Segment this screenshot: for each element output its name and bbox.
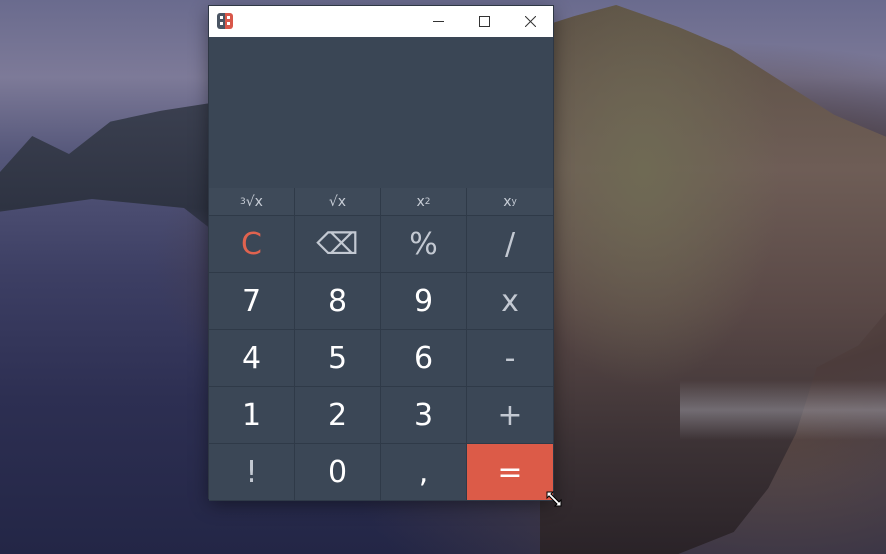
decimal-comma-button[interactable]: , xyxy=(381,444,467,501)
keypad-row-1: C ⌫ % / xyxy=(209,216,553,273)
digit-4-button[interactable]: 4 xyxy=(209,330,295,387)
keypad-row-5: ! 0 , = xyxy=(209,444,553,501)
digit-6-button[interactable]: 6 xyxy=(381,330,467,387)
digit-5-button[interactable]: 5 xyxy=(295,330,381,387)
factorial-button[interactable]: ! xyxy=(209,444,295,501)
wallpaper-landmass-left xyxy=(0,100,230,244)
keypad-row-4: 1 2 3 + xyxy=(209,387,553,444)
clear-button[interactable]: C xyxy=(209,216,295,273)
percent-button[interactable]: % xyxy=(381,216,467,273)
power-button[interactable]: xy xyxy=(467,188,553,216)
equals-button[interactable]: = xyxy=(467,444,553,501)
title-bar[interactable] xyxy=(209,6,553,37)
square-button[interactable]: x2 xyxy=(381,188,467,216)
digit-0-button[interactable]: 0 xyxy=(295,444,381,501)
digit-2-button[interactable]: 2 xyxy=(295,387,381,444)
digit-9-button[interactable]: 9 xyxy=(381,273,467,330)
square-root-button[interactable]: √x xyxy=(295,188,381,216)
digit-1-button[interactable]: 1 xyxy=(209,387,295,444)
keypad-row-2: 7 8 9 x xyxy=(209,273,553,330)
calculator-window: 3 √x √x x2 xy C ⌫ % / 7 8 9 x 4 5 6 - 1 2… xyxy=(209,6,553,501)
keypad-row-3: 4 5 6 - xyxy=(209,330,553,387)
wallpaper-cliffs-right xyxy=(540,5,886,554)
add-button[interactable]: + xyxy=(467,387,553,444)
divide-button[interactable]: / xyxy=(467,216,553,273)
maximize-icon xyxy=(478,16,490,27)
backspace-button[interactable]: ⌫ xyxy=(295,216,381,273)
digit-7-button[interactable]: 7 xyxy=(209,273,295,330)
maximize-button[interactable] xyxy=(461,6,507,37)
digit-8-button[interactable]: 8 xyxy=(295,273,381,330)
wallpaper-surf xyxy=(680,380,886,440)
close-button[interactable] xyxy=(507,6,553,37)
function-row: 3 √x √x x2 xy xyxy=(209,188,553,216)
minimize-button[interactable] xyxy=(415,6,461,37)
close-icon xyxy=(524,16,536,27)
minimize-icon xyxy=(432,21,444,22)
cube-root-button[interactable]: 3 √x xyxy=(209,188,295,216)
calculator-app-icon xyxy=(217,13,233,29)
resize-cursor-icon xyxy=(546,491,562,507)
multiply-button[interactable]: x xyxy=(467,273,553,330)
result-display xyxy=(209,37,553,188)
subtract-button[interactable]: - xyxy=(467,330,553,387)
keypad: 3 √x √x x2 xy C ⌫ % / 7 8 9 x 4 5 6 - 1 2… xyxy=(209,188,553,501)
digit-3-button[interactable]: 3 xyxy=(381,387,467,444)
